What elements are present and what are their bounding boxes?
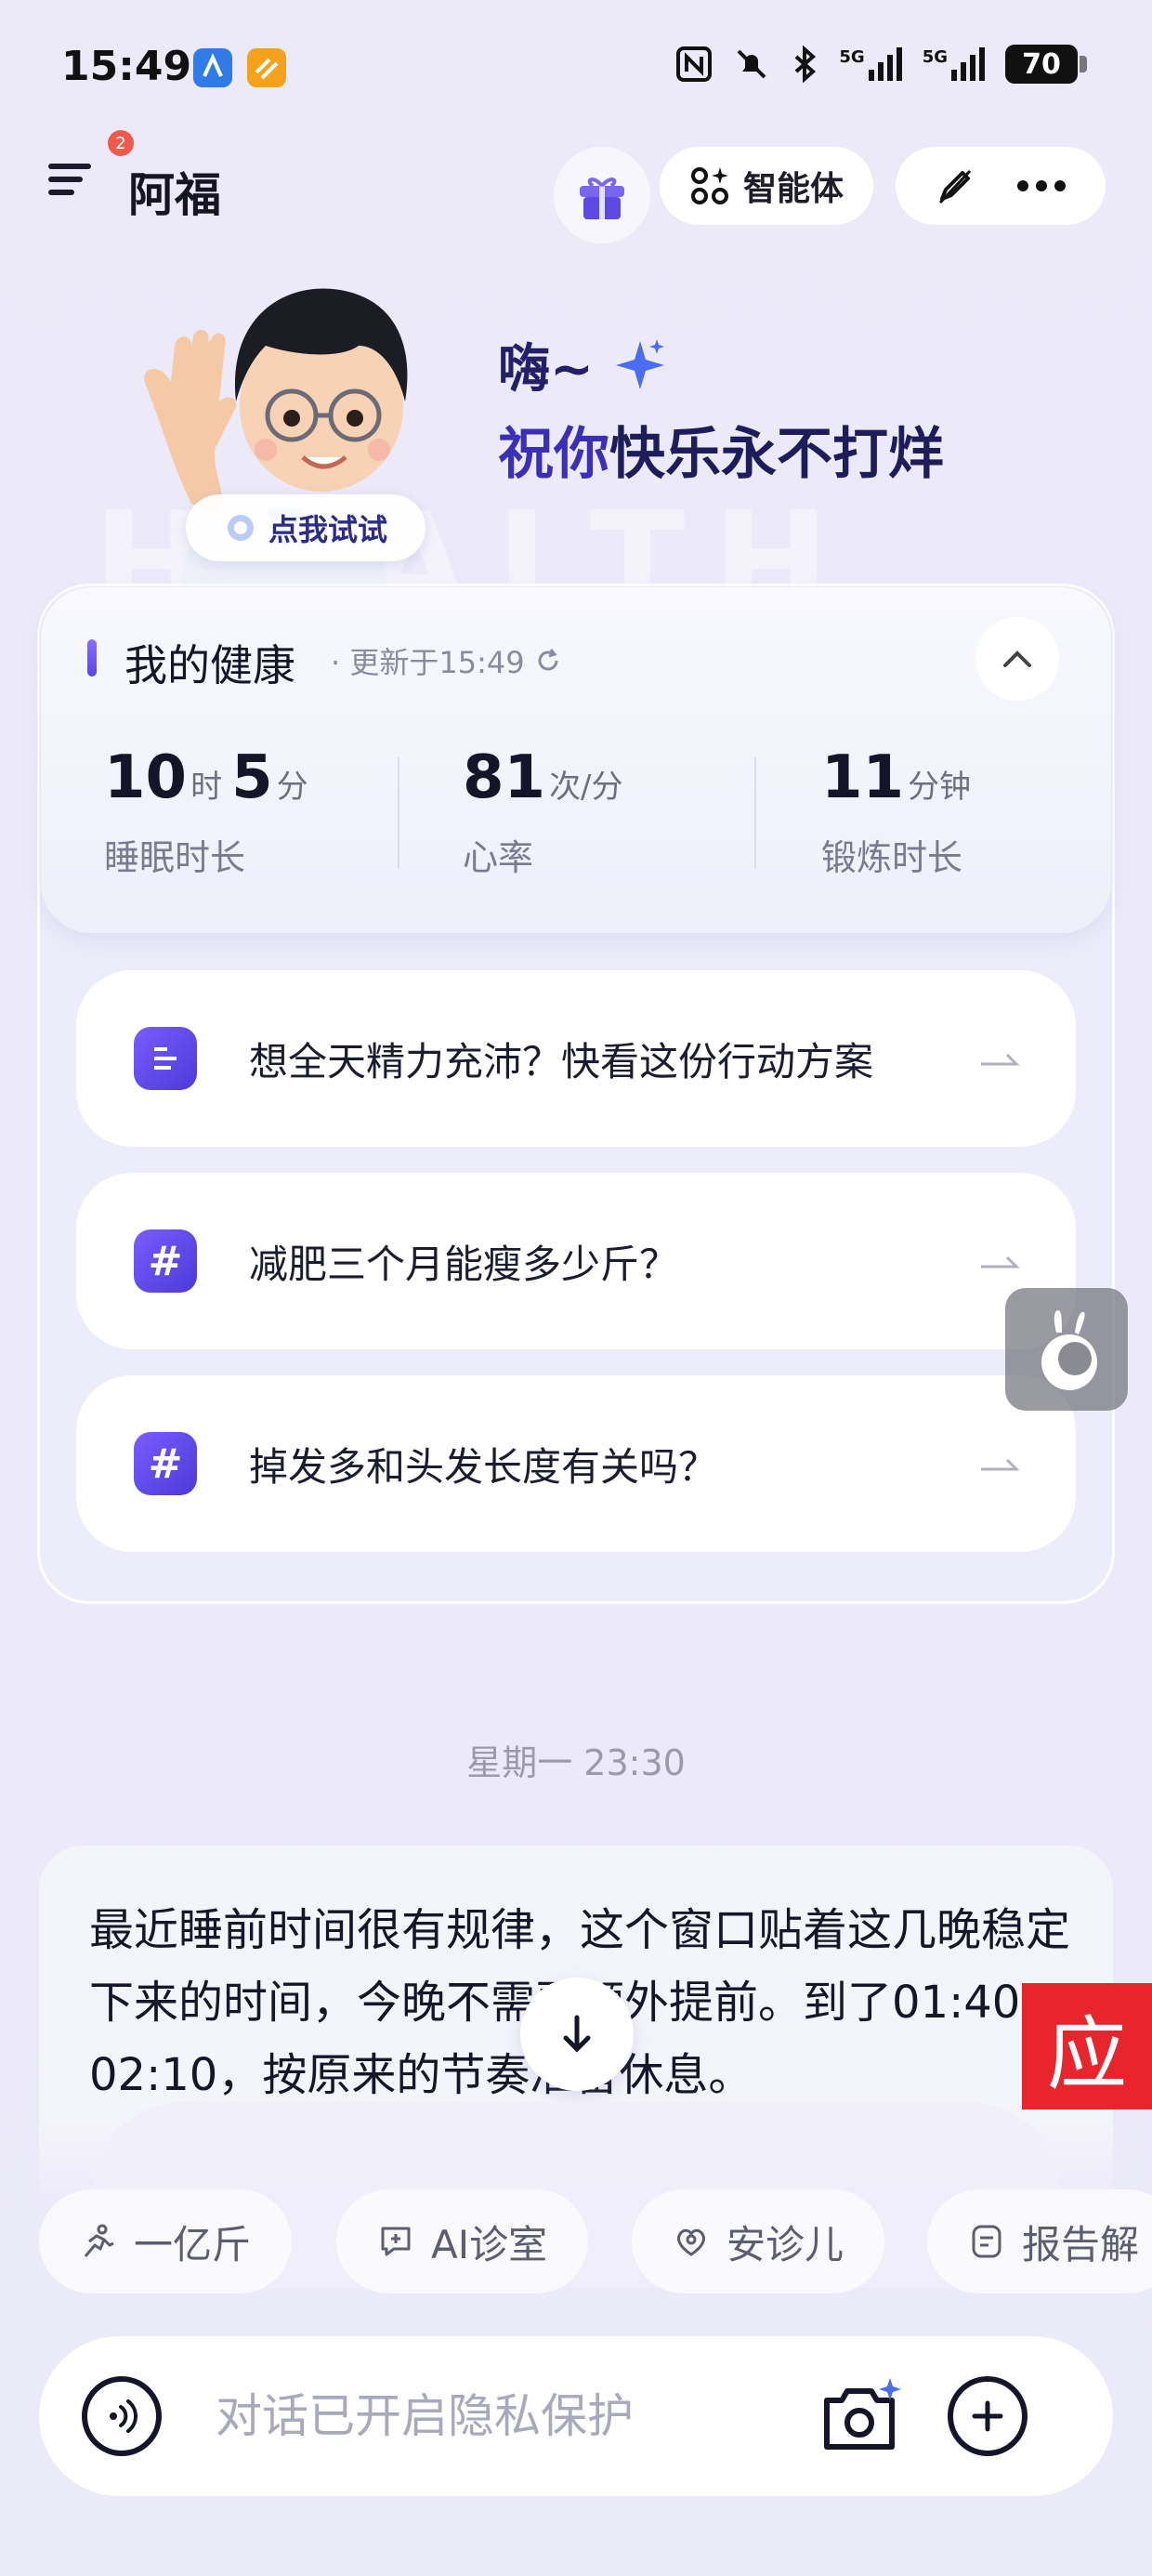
agent-button[interactable]: 智能体 bbox=[660, 147, 873, 225]
chevron-up-icon bbox=[1003, 651, 1031, 667]
status-time: 15:49 bbox=[61, 43, 192, 90]
gift-button[interactable] bbox=[554, 147, 650, 243]
chip-label: 安诊儿 bbox=[727, 2221, 844, 2267]
suggestion-text: 想全天精力充沛？快看这份行动方案 bbox=[249, 1038, 874, 1084]
running-icon bbox=[84, 2224, 114, 2257]
chip-report[interactable]: 报告解 bbox=[927, 2189, 1152, 2293]
subtitle-part2: 快乐永不打烊 bbox=[609, 422, 944, 487]
menu-icon[interactable] bbox=[48, 164, 91, 201]
bluetooth-icon bbox=[795, 46, 817, 83]
report-icon bbox=[972, 2225, 1001, 2258]
nfc-icon bbox=[676, 46, 713, 82]
signal-5g-2: 5G bbox=[923, 47, 985, 81]
arrow-right-icon bbox=[981, 1255, 1020, 1268]
chat-input-bar bbox=[39, 2336, 1113, 2496]
chat-timestamp: 星期一 23:30 bbox=[466, 1742, 686, 1783]
bunny-icon bbox=[1041, 1310, 1097, 1390]
updated-text: · 更新于15:49 bbox=[331, 645, 525, 680]
health-title-accent bbox=[87, 639, 97, 677]
mute-bell-icon bbox=[737, 49, 766, 79]
location-pin-icon bbox=[227, 515, 254, 541]
ai-clinic-icon bbox=[381, 2227, 411, 2256]
voice-wave-icon bbox=[110, 2399, 137, 2433]
suggestion-card[interactable]: 想全天精力充沛？快看这份行动方案 bbox=[76, 970, 1076, 1147]
app-notification-icon bbox=[247, 48, 286, 87]
red-floating-badge[interactable]: 应 bbox=[1022, 1983, 1152, 2109]
child-care-icon bbox=[677, 2228, 705, 2256]
metric-sleep-label: 睡眠时长 bbox=[104, 837, 246, 878]
suggestion-text: 掉发多和头发长度有关吗？ bbox=[249, 1443, 718, 1490]
document-list-icon bbox=[134, 1027, 197, 1090]
metric-heart-rate[interactable]: 81 次/分 心率 bbox=[463, 743, 633, 880]
health-updated[interactable]: · 更新于15:49 bbox=[331, 639, 562, 682]
try-me-label: 点我试试 bbox=[268, 512, 387, 547]
metric-divider bbox=[754, 757, 756, 869]
metric-exercise-label: 锻炼时长 bbox=[821, 837, 963, 878]
arrow-down-icon bbox=[563, 2015, 591, 2053]
sparkle-icon bbox=[615, 338, 664, 389]
hashtag-icon: # bbox=[134, 1229, 197, 1293]
app-notification-icon bbox=[193, 48, 232, 87]
battery-indicator: 70 bbox=[1005, 45, 1087, 84]
more-options-icon[interactable] bbox=[1016, 179, 1067, 192]
hashtag-icon: # bbox=[134, 1432, 197, 1495]
greeting-text: 嗨~ bbox=[498, 339, 594, 400]
chip-label: 一亿斤 bbox=[134, 2221, 252, 2267]
notification-badge: 2 bbox=[108, 130, 134, 156]
chip-yiyijin[interactable]: 一亿斤 bbox=[39, 2189, 293, 2293]
app-title: 阿福 bbox=[128, 168, 221, 222]
plus-icon bbox=[972, 2400, 1003, 2432]
gift-icon bbox=[580, 177, 624, 219]
subtitle-part1: 祝你 bbox=[498, 422, 609, 487]
metric-heart-rate-label: 心率 bbox=[463, 837, 534, 878]
arrow-right-icon bbox=[981, 1458, 1020, 1471]
collapse-button[interactable] bbox=[975, 617, 1059, 701]
hero-greeting: 嗨~ bbox=[498, 327, 668, 402]
suggestion-card[interactable]: # 掉发多和头发长度有关吗？ bbox=[76, 1375, 1076, 1552]
refresh-icon[interactable] bbox=[534, 647, 562, 675]
hero-subtitle: 祝你快乐永不打烊 bbox=[498, 409, 944, 490]
chip-ai-clinic[interactable]: AI诊室 bbox=[336, 2189, 589, 2293]
new-chat-icon[interactable] bbox=[935, 165, 975, 206]
floating-assistant-button[interactable] bbox=[1005, 1288, 1128, 1411]
metric-sleep[interactable]: 10 时 5 分 睡眠时长 bbox=[104, 743, 318, 880]
arrow-right-icon bbox=[981, 1053, 1020, 1066]
metric-divider bbox=[398, 757, 399, 869]
chip-label: 报告解 bbox=[1022, 2221, 1140, 2267]
header-tools bbox=[896, 147, 1106, 225]
camera-icon[interactable] bbox=[819, 2376, 903, 2456]
chat-input[interactable] bbox=[216, 2389, 792, 2443]
health-title: 我的健康 bbox=[124, 640, 295, 690]
voice-input-button[interactable] bbox=[82, 2376, 162, 2456]
add-button[interactable] bbox=[948, 2376, 1028, 2456]
suggestion-text: 减肥三个月能瘦多少斤？ bbox=[249, 1241, 679, 1287]
agent-label: 智能体 bbox=[742, 170, 844, 208]
status-icons: 5G 5G 70 bbox=[675, 45, 1087, 84]
metric-exercise[interactable]: 11 分钟 锻炼时长 bbox=[821, 743, 980, 880]
suggestion-card[interactable]: # 减肥三个月能瘦多少斤？ bbox=[76, 1173, 1076, 1349]
scroll-to-bottom-button[interactable] bbox=[520, 1978, 634, 2091]
agent-grid-icon bbox=[690, 167, 728, 204]
signal-5g-1: 5G bbox=[839, 47, 902, 81]
chip-anzhener[interactable]: 安诊儿 bbox=[632, 2189, 885, 2293]
chip-label: AI诊室 bbox=[431, 2221, 548, 2267]
try-me-button[interactable]: 点我试试 bbox=[186, 494, 425, 561]
